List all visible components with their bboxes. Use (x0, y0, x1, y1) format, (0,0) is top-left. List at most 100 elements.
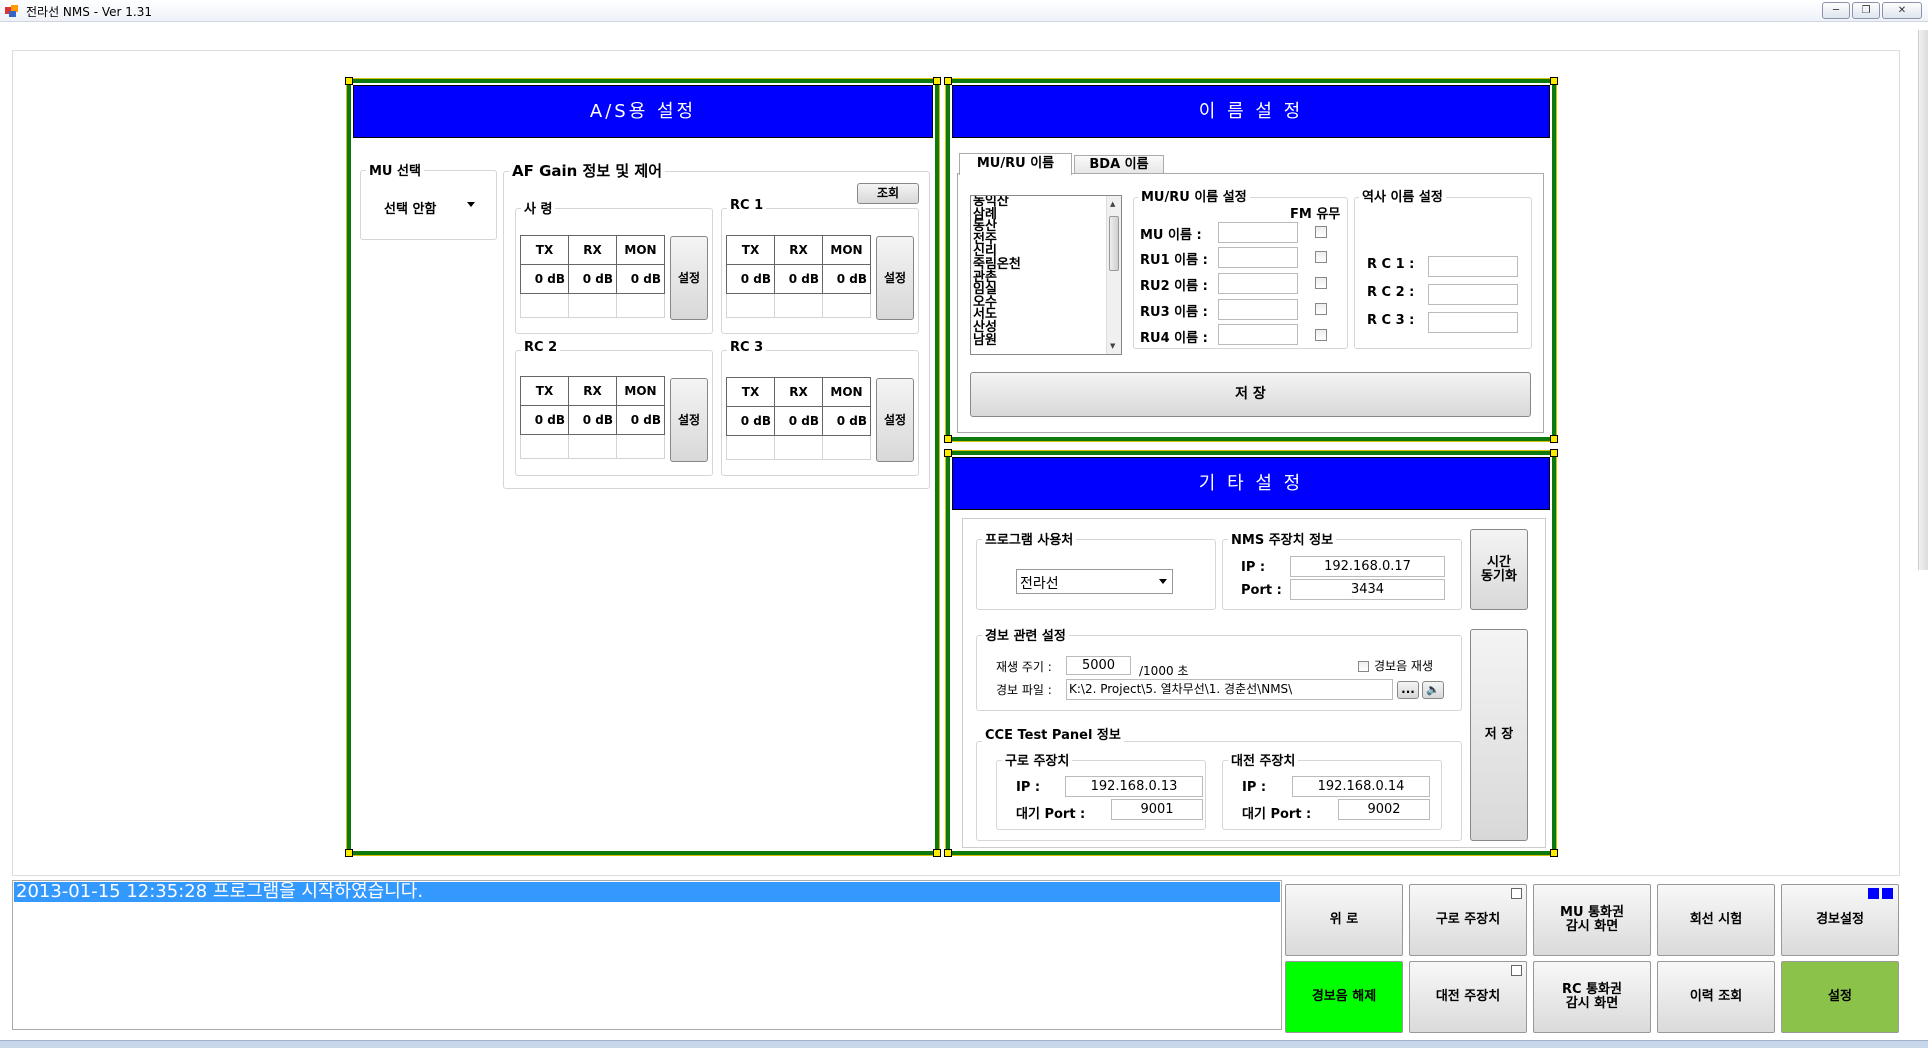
mu-coverage-button[interactable]: MU 통화권 감시 화면 (1533, 884, 1651, 956)
etc-settings-header: 기 타 설 정 (952, 457, 1550, 510)
time-sync-button[interactable]: 시간 동기화 (1470, 529, 1528, 610)
history-button[interactable]: 이력 조회 (1657, 961, 1775, 1033)
ru4-name-input[interactable] (1218, 324, 1298, 345)
rc-coverage-button[interactable]: RC 통화권 감시 화면 (1533, 961, 1651, 1033)
mu-coverage-label-1: MU 통화권 (1560, 905, 1624, 920)
app-icon (5, 4, 19, 17)
tx-value: 0 dB (520, 405, 569, 435)
rc1-name-input[interactable] (1428, 256, 1518, 277)
gain-table-rc3: TX RX MON 0 dB 0 dB 0 dB (726, 377, 871, 460)
status-indicator-blue-2 (1882, 888, 1893, 899)
tab-mu-ru-name[interactable]: MU/RU 이름 (959, 153, 1072, 175)
daejeon-main-button[interactable]: 대전 주장치 (1409, 961, 1527, 1033)
rc2-name-input[interactable] (1428, 284, 1518, 305)
af-gain-label: AF Gain 정보 및 제어 (509, 160, 665, 181)
close-button[interactable]: ✕ (1882, 2, 1922, 19)
settings-button[interactable]: 설정 (1781, 961, 1899, 1033)
query-button[interactable]: 조회 (857, 183, 919, 204)
title-bar: 전라선 NMS - Ver 1.31 ─ ❐ ✕ (0, 0, 1928, 22)
ru4-name-label: RU4 이름 : (1140, 331, 1208, 346)
browse-button[interactable]: ... (1397, 681, 1419, 699)
ru2-name-input[interactable] (1218, 273, 1298, 294)
log-message[interactable]: 2013-01-15 12:35:28 프로그램을 시작하였습니다. (14, 882, 1280, 902)
rc2-name-label: R C 2 : (1367, 285, 1415, 300)
alarm-file-label: 경보 파일 : (996, 683, 1052, 697)
mu-select-dropdown[interactable]: 선택 안함 (380, 195, 480, 218)
rx-value: 0 dB (568, 264, 617, 294)
guro-port-input[interactable]: 9001 (1111, 799, 1203, 820)
tx-header: TX (520, 235, 569, 265)
alarm-off-button[interactable]: 경보음 해제 (1285, 961, 1403, 1033)
alarm-settings-label: 경보설정 (1816, 912, 1864, 927)
fm-label: FM 유무 (1290, 207, 1341, 222)
daejeon-ip-label: IP : (1242, 780, 1267, 795)
gain-set-button-rc2[interactable]: 설정 (670, 378, 708, 462)
name-settings-header: 이 름 설 정 (952, 85, 1550, 138)
gain-set-button-sareong[interactable]: 설정 (670, 236, 708, 320)
station-list-scrollbar[interactable]: ▲ ▼ (1106, 196, 1121, 354)
ru4-fm-checkbox[interactable] (1315, 329, 1327, 341)
scroll-down-icon[interactable]: ▼ (1110, 342, 1115, 350)
ru1-fm-checkbox[interactable] (1315, 251, 1327, 263)
mon-header: MON (822, 235, 871, 265)
line-test-button[interactable]: 회선 시험 (1657, 884, 1775, 956)
mu-name-input[interactable] (1218, 222, 1298, 243)
name-save-button[interactable]: 저 장 (970, 372, 1531, 417)
station-list-item[interactable]: 남원 (973, 334, 1105, 348)
rx-header: RX (568, 376, 617, 406)
log-panel[interactable]: 2013-01-15 12:35:28 프로그램을 시작하였습니다. (12, 880, 1282, 1030)
tx-value: 0 dB (726, 264, 775, 294)
rc1-name-label: R C 1 : (1367, 257, 1415, 272)
period-input[interactable]: 5000 (1066, 656, 1131, 675)
scroll-thumb[interactable] (1109, 216, 1119, 271)
guro-ip-input[interactable]: 192.168.0.13 (1065, 776, 1203, 797)
time-sync-label-2: 동기화 (1481, 568, 1517, 584)
alarm-file-input[interactable]: K:\2. Project\5. 열차무선\1. 경춘선\NMS\ (1066, 679, 1393, 700)
cce-label: CCE Test Panel 정보 (982, 724, 1124, 743)
scroll-up-icon[interactable]: ▲ (1110, 200, 1115, 208)
rc3-name-input[interactable] (1428, 312, 1518, 333)
station-name-label: 역사 이름 설정 (1359, 186, 1446, 205)
tab-bda-name[interactable]: BDA 이름 (1074, 155, 1164, 174)
gain-set-button-rc1[interactable]: 설정 (876, 236, 914, 320)
tx-header: TX (520, 376, 569, 406)
daejeon-port-label: 대기 Port : (1242, 807, 1312, 822)
mon-value: 0 dB (616, 264, 665, 294)
rx-header: RX (774, 235, 823, 265)
etc-save-button[interactable]: 저 장 (1470, 629, 1528, 841)
ru2-name-label: RU2 이름 : (1140, 279, 1208, 294)
period-unit: /1000 초 (1139, 664, 1189, 678)
alarm-label: 경보 관련 설정 (982, 625, 1069, 644)
guro-label: 구로 주장치 (1002, 750, 1073, 769)
minimize-button[interactable]: ─ (1822, 2, 1850, 19)
vertical-scrollbar[interactable] (1918, 30, 1928, 570)
ru3-name-input[interactable] (1218, 299, 1298, 320)
speaker-icon[interactable]: 🔈 (1422, 681, 1444, 699)
rx-value: 0 dB (774, 264, 823, 294)
nms-port-input[interactable]: 3434 (1290, 579, 1445, 600)
taskbar (0, 1040, 1928, 1048)
ru2-fm-checkbox[interactable] (1315, 277, 1327, 289)
nms-info-label: NMS 주장치 정보 (1228, 529, 1337, 548)
mon-header: MON (616, 235, 665, 265)
wiro-button[interactable]: 위 로 (1285, 884, 1403, 956)
gain-table-sareong: TX RX MON 0 dB 0 dB 0 dB (520, 235, 665, 318)
chevron-down-icon (467, 202, 475, 207)
ru1-name-label: RU1 이름 : (1140, 253, 1208, 268)
ru1-name-input[interactable] (1218, 247, 1298, 268)
alarm-sound-checkbox[interactable] (1358, 661, 1369, 672)
station-list[interactable]: 동익산 삼례 동산 전주 신리 죽림온천 관촌 임실 오수 서도 산성 남원 ▲ ▼ (970, 195, 1122, 355)
program-user-dropdown[interactable]: 전라선 (1016, 569, 1173, 594)
window-title: 전라선 NMS - Ver 1.31 (26, 5, 152, 19)
gain-set-button-rc3[interactable]: 설정 (876, 378, 914, 462)
guro-main-button[interactable]: 구로 주장치 (1409, 884, 1527, 956)
program-user-value: 전라선 (1020, 576, 1059, 592)
nms-ip-input[interactable]: 192.168.0.17 (1290, 556, 1445, 577)
daejeon-port-input[interactable]: 9002 (1338, 799, 1430, 820)
daejeon-ip-input[interactable]: 192.168.0.14 (1292, 776, 1430, 797)
maximize-button[interactable]: ❐ (1852, 2, 1880, 19)
mu-fm-checkbox[interactable] (1315, 226, 1327, 238)
guro-main-label: 구로 주장치 (1435, 912, 1501, 927)
mu-ru-name-label: MU/RU 이름 설정 (1138, 186, 1250, 205)
ru3-fm-checkbox[interactable] (1315, 303, 1327, 315)
